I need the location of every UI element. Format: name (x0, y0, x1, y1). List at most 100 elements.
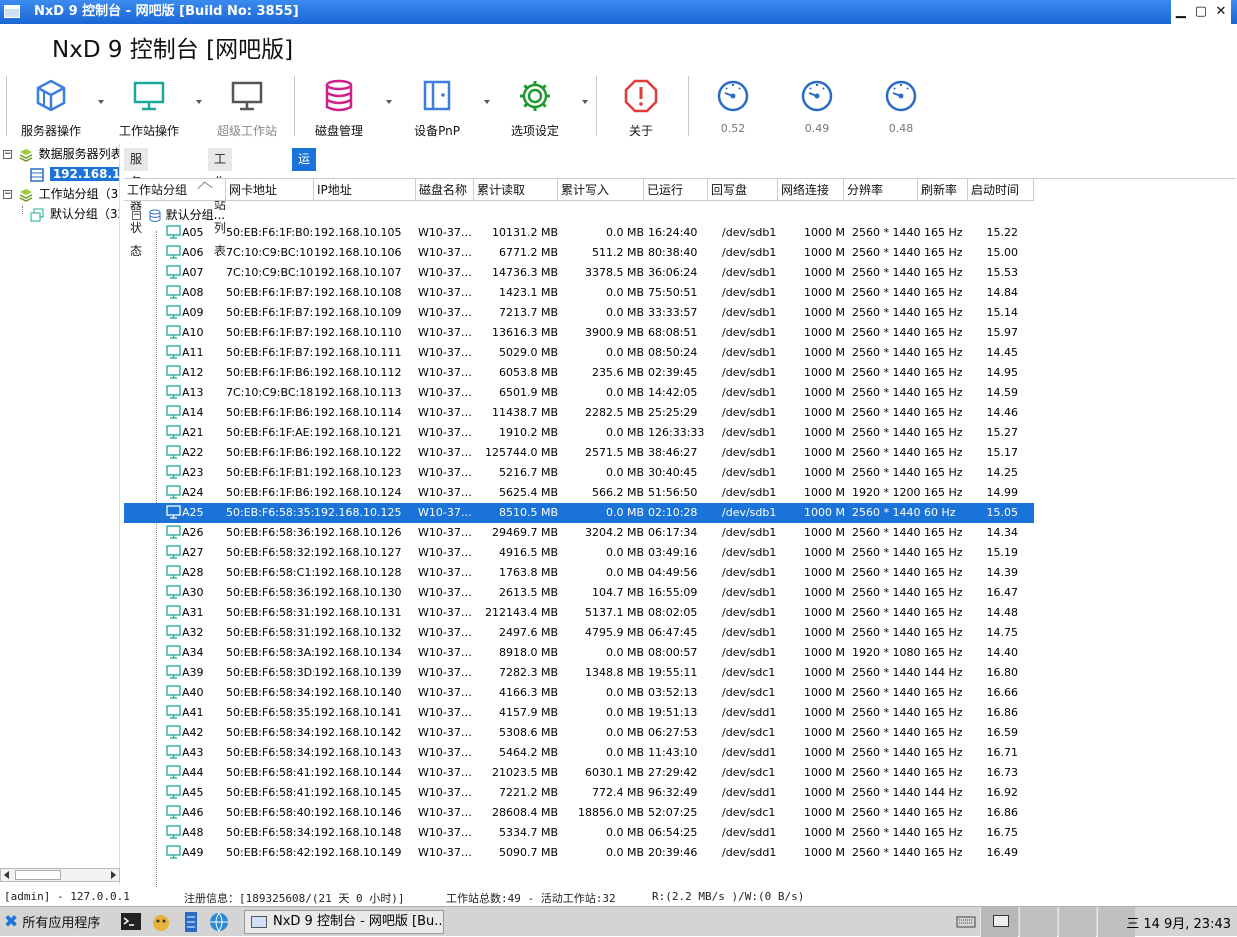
storage-icon[interactable] (180, 911, 202, 933)
table-row[interactable]: A45 50:EB:F6:58:41:7D192.168.10.145 W10-37… (124, 783, 1034, 803)
table-row[interactable]: A39 50:EB:F6:58:3D:E1192.168.10.139 W10-37… (124, 663, 1034, 683)
table-row[interactable]: A40 50:EB:F6:58:34:17192.168.10.140 W10-37… (124, 683, 1034, 703)
browser-globe-icon[interactable] (208, 911, 230, 933)
cell-writeback: /dev/sdd1 (722, 706, 777, 719)
table-row[interactable]: A11 50:EB:F6:1F:B7:06192.168.10.111 W10-37… (124, 343, 1034, 363)
cell-ip: 192.168.10.122 (314, 446, 402, 459)
table-row[interactable]: A42 50:EB:F6:58:34:6D192.168.10.142 W10-37… (124, 723, 1034, 743)
tree-horizontal-scrollbar[interactable] (0, 868, 120, 882)
table-row[interactable]: A12 50:EB:F6:1F:B6:A0192.168.10.112 W10-37… (124, 363, 1034, 383)
table-row[interactable]: A32 50:EB:F6:58:31:CA192.168.10.132 W10-37… (124, 623, 1034, 643)
terminal-icon[interactable] (120, 911, 142, 933)
table-row[interactable]: A06 7C:10:C9:BC:10:37192.168.10.106 W10-37… (124, 243, 1034, 263)
table-row[interactable]: A31 50:EB:F6:58:31:9B192.168.10.131 W10-37… (124, 603, 1034, 623)
table-row[interactable]: A26 50:EB:F6:58:36:2C192.168.10.126 W10-37… (124, 523, 1034, 543)
col-header-disk[interactable]: 磁盘名称 (416, 179, 474, 201)
table-row[interactable]: A23 50:EB:F6:1F:B1:4E192.168.10.123 W10-37… (124, 463, 1034, 483)
table-row[interactable]: A25 50:EB:F6:58:35:CD192.168.10.125 W10-37… (124, 503, 1034, 523)
col-header-group[interactable]: 工作站分组 (124, 179, 226, 201)
col-header-writeback[interactable]: 回写盘 (708, 179, 778, 201)
table-row[interactable]: A09 50:EB:F6:1F:B7:0D192.168.10.109 W10-37… (124, 303, 1034, 323)
table-row[interactable]: A07 7C:10:C9:BC:10:39192.168.10.107 W10-37… (124, 263, 1034, 283)
cell-resolution: 2560 * 1440 (852, 786, 921, 799)
col-header-network[interactable]: 网络连接 (778, 179, 844, 201)
cell-write: 3204.2 MB (584, 526, 644, 539)
cell-resolution: 2560 * 1440 (852, 266, 921, 279)
cell-uptime: 03:49:16 (648, 546, 698, 559)
cell-writeback: /dev/sdb1 (722, 526, 777, 539)
tree-node-server[interactable]: 192.168.10 (30, 164, 119, 184)
workspace-3[interactable] (1058, 907, 1096, 937)
taskbar-window-button[interactable]: NxD 9 控制台 - 网吧版 [Bu... (244, 910, 444, 934)
cell-write: 0.0 MB (605, 746, 644, 759)
col-header-resolution[interactable]: 分辨率 (844, 179, 918, 201)
col-header-uptime[interactable]: 已运行 (644, 179, 708, 201)
table-row[interactable]: A34 50:EB:F6:58:3A:6E192.168.10.134 W10-37… (124, 643, 1034, 663)
table-row[interactable]: A28 50:EB:F6:58:C1:DE192.168.10.128 W10-37… (124, 563, 1034, 583)
group-row-default[interactable]: − 默认分组... (132, 205, 225, 225)
cell-uptime: 06:47:45 (648, 626, 698, 639)
file-manager-icon[interactable] (150, 911, 172, 933)
tree-node-default-group[interactable]: 默认分组（32 (30, 204, 119, 224)
minimize-button[interactable]: ▁ (1173, 0, 1189, 24)
cell-disk: W10-37… (418, 286, 472, 299)
maximize-button[interactable]: ▢ (1193, 0, 1209, 24)
tab-workstation-list[interactable]: 工作站列表 (208, 148, 233, 258)
table-row[interactable]: A14 50:EB:F6:1F:B6:9D192.168.10.114 W10-37… (124, 403, 1034, 423)
close-button[interactable]: ✕ (1213, 0, 1229, 24)
col-header-boot[interactable]: 启动时间 (968, 179, 1034, 201)
tree-node-workstation-groups[interactable]: − 工作站分组（32 (3, 184, 119, 204)
scroll-thumb[interactable] (15, 870, 61, 880)
scroll-right-icon[interactable] (111, 871, 116, 879)
tab-runtime-status[interactable]: 运行状态 (292, 148, 317, 235)
about-button[interactable]: 关于 (596, 76, 686, 140)
table-row[interactable]: A46 50:EB:F6:58:40:7A192.168.10.146 W10-37… (124, 803, 1034, 823)
cell-write: 0.0 MB (605, 826, 644, 839)
cell-writeback: /dev/sdb1 (722, 406, 777, 419)
server-ops-button[interactable]: 服务器操作 (6, 76, 96, 140)
workstation-ops-button[interactable]: 工作站操作 (104, 76, 194, 140)
table-row[interactable]: A10 50:EB:F6:1F:B7:00192.168.10.110 W10-37… (124, 323, 1034, 343)
apps-menu-button[interactable]: ✖ 所有应用程序 (4, 912, 100, 932)
cell-ip: 192.168.10.140 (314, 686, 402, 699)
col-header-read[interactable]: 累计读取 (474, 179, 558, 201)
table-row[interactable]: A44 50:EB:F6:58:41:82192.168.10.144 W10-37… (124, 763, 1034, 783)
cell-name: A12 (182, 366, 204, 379)
table-row[interactable]: A48 50:EB:F6:58:34:03192.168.10.148 W10-37… (124, 823, 1034, 843)
cell-name: A05 (182, 226, 204, 239)
collapse-icon[interactable]: − (132, 211, 141, 220)
table-row[interactable]: A13 7C:10:C9:BC:18:9E192.168.10.113 W10-37… (124, 383, 1034, 403)
keyboard-icon[interactable] (956, 915, 976, 929)
options-button[interactable]: 选项设定 (490, 76, 580, 140)
workspace-2[interactable] (1019, 907, 1057, 937)
cell-refresh: 165 Hz (924, 806, 963, 819)
device-pnp-button[interactable]: 设备PnP (392, 76, 482, 140)
collapse-icon[interactable]: − (3, 150, 12, 159)
table-row[interactable]: A30 50:EB:F6:58:36:20192.168.10.130 W10-37… (124, 583, 1034, 603)
workspace-1[interactable] (980, 907, 1018, 937)
table-row[interactable]: A24 50:EB:F6:1F:B6:8D192.168.10.124 W10-37… (124, 483, 1034, 503)
scroll-left-icon[interactable] (4, 871, 9, 879)
table-row[interactable]: A22 50:EB:F6:1F:B6:9B192.168.10.122 W10-37… (124, 443, 1034, 463)
cell-network: 1000 M (804, 786, 845, 799)
table-row[interactable]: A43 50:EB:F6:58:34:4C192.168.10.143 W10-37… (124, 743, 1034, 763)
table-row[interactable]: A05 50:EB:F6:1F:B0:2D192.168.10.105 W10-37… (124, 223, 1034, 243)
col-header-mac[interactable]: 网卡地址 (226, 179, 314, 201)
window-titlebar[interactable]: NxD 9 控制台 - 网吧版 [Build No: 3855] ▁ ▢ ✕ (0, 0, 1237, 24)
tree-node-data-servers[interactable]: − 数据服务器列表 (3, 144, 119, 164)
disk-mgmt-button[interactable]: 磁盘管理 (294, 76, 384, 140)
collapse-icon[interactable]: − (3, 190, 12, 199)
cell-read: 28608.4 MB (491, 806, 558, 819)
col-header-write[interactable]: 累计写入 (558, 179, 644, 201)
tab-server-status[interactable]: 服务器状态 (124, 148, 149, 258)
table-row[interactable]: A49 50:EB:F6:58:42:89192.168.10.149 W10-37… (124, 843, 1034, 863)
options-dropdown-icon[interactable] (582, 100, 588, 104)
table-row[interactable]: A27 50:EB:F6:58:32:AD192.168.10.127 W10-37… (124, 543, 1034, 563)
table-row[interactable]: A08 50:EB:F6:1F:B7:02192.168.10.108 W10-37… (124, 283, 1034, 303)
super-workstation-button[interactable]: 超级工作站 (202, 76, 292, 140)
table-row[interactable]: A21 50:EB:F6:1F:AE:CA192.168.10.121 W10-37… (124, 423, 1034, 443)
window-title: NxD 9 控制台 - 网吧版 [Build No: 3855] (34, 4, 299, 19)
col-header-ip[interactable]: IP地址 (314, 179, 416, 201)
table-row[interactable]: A41 50:EB:F6:58:35:03192.168.10.141 W10-37… (124, 703, 1034, 723)
col-header-refresh[interactable]: 刷新率 (918, 179, 968, 201)
